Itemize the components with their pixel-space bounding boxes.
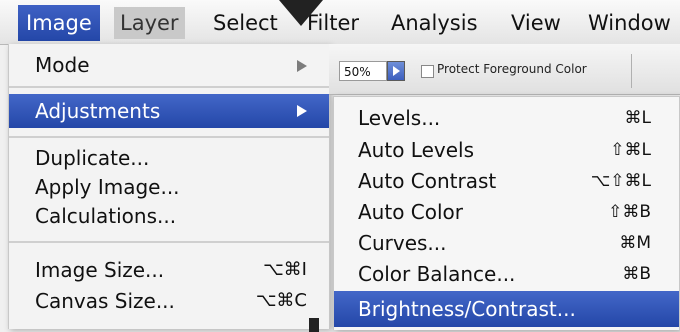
submenu-item-label: Curves... bbox=[358, 231, 447, 255]
menu-separator bbox=[9, 241, 329, 243]
submenu-item-label: Levels... bbox=[358, 106, 441, 130]
callout-pointer-bottom bbox=[309, 318, 319, 332]
submenu-item-auto-contrast[interactable]: Auto Contrast ⌥⇧⌘L bbox=[334, 166, 679, 196]
menu-separator bbox=[9, 86, 329, 88]
submenu-item-shortcut: ⇧⌘B bbox=[608, 202, 651, 222]
submenu-item-shortcut: ⇧⌘L bbox=[610, 140, 651, 160]
protect-foreground-label: Protect Foreground Color bbox=[437, 62, 587, 76]
submenu-item-auto-levels[interactable]: Auto Levels ⇧⌘L bbox=[334, 135, 679, 165]
menu-item-label: Image Size... bbox=[35, 258, 165, 282]
menu-item-adjustments[interactable]: Adjustments bbox=[9, 94, 329, 128]
menu-select[interactable]: Select bbox=[213, 7, 278, 39]
submenu-item-auto-color[interactable]: Auto Color ⇧⌘B bbox=[334, 197, 679, 227]
menu-item-mode[interactable]: Mode bbox=[9, 50, 329, 80]
menu-view[interactable]: View bbox=[511, 7, 561, 39]
callout-pointer-top bbox=[279, 0, 323, 26]
menu-item-apply-image[interactable]: Apply Image... bbox=[9, 172, 329, 202]
menu-separator bbox=[9, 136, 329, 138]
menu-item-shortcut: ⌥⌘C bbox=[255, 290, 307, 311]
menu-item-canvas-size[interactable]: Canvas Size... ⌥⌘C bbox=[9, 286, 329, 316]
adjustments-submenu: Levels... ⌘L Auto Levels ⇧⌘L Auto Contra… bbox=[333, 96, 680, 330]
image-menu: Mode Adjustments Duplicate... Apply Imag… bbox=[8, 44, 330, 329]
menu-item-image-size[interactable]: Image Size... ⌥⌘I bbox=[9, 255, 329, 285]
menu-item-label: Duplicate... bbox=[35, 146, 150, 170]
submenu-item-label: Auto Levels bbox=[358, 138, 475, 162]
menu-item-label: Apply Image... bbox=[35, 175, 180, 199]
submenu-item-color-balance[interactable]: Color Balance... ⌘B bbox=[334, 259, 679, 289]
submenu-item-levels[interactable]: Levels... ⌘L bbox=[334, 103, 679, 133]
submenu-arrow-icon bbox=[297, 60, 307, 72]
submenu-item-label: Auto Contrast bbox=[358, 169, 497, 193]
submenu-item-label: Auto Color bbox=[358, 200, 464, 224]
menu-item-calculations[interactable]: Calculations... bbox=[9, 201, 329, 231]
menu-bar: Image Layer Select Filter Analysis View … bbox=[0, 0, 680, 45]
submenu-item-shortcut: ⌘L bbox=[624, 108, 651, 128]
protect-foreground-checkbox[interactable] bbox=[421, 65, 434, 78]
menu-item-label: Canvas Size... bbox=[35, 289, 175, 313]
menu-item-label: Mode bbox=[35, 53, 90, 77]
submenu-item-curves[interactable]: Curves... ⌘M bbox=[334, 228, 679, 258]
zoom-dropdown-button[interactable] bbox=[387, 61, 405, 81]
zoom-field[interactable]: 50% bbox=[339, 61, 387, 81]
menu-image[interactable]: Image bbox=[18, 5, 100, 41]
submenu-item-shortcut: ⌘M bbox=[619, 233, 651, 253]
menu-analysis[interactable]: Analysis bbox=[391, 7, 478, 39]
submenu-item-shortcut: ⌘B bbox=[622, 264, 651, 284]
submenu-item-label: Brightness/Contrast... bbox=[358, 297, 576, 321]
menu-item-duplicate[interactable]: Duplicate... bbox=[9, 143, 329, 173]
menu-window[interactable]: Window bbox=[588, 7, 671, 39]
submenu-item-label: Color Balance... bbox=[358, 262, 516, 286]
menu-layer[interactable]: Layer bbox=[114, 7, 185, 39]
menu-item-label: Calculations... bbox=[35, 204, 177, 228]
options-bar: 50% Protect Foreground Color bbox=[329, 44, 680, 95]
menu-item-shortcut: ⌥⌘I bbox=[262, 259, 307, 280]
options-divider bbox=[631, 54, 632, 88]
submenu-item-brightness-contrast[interactable]: Brightness/Contrast... bbox=[334, 291, 679, 327]
submenu-item-shortcut: ⌥⇧⌘L bbox=[590, 171, 651, 191]
submenu-arrow-icon bbox=[297, 105, 307, 117]
menu-item-label: Adjustments bbox=[35, 99, 161, 123]
